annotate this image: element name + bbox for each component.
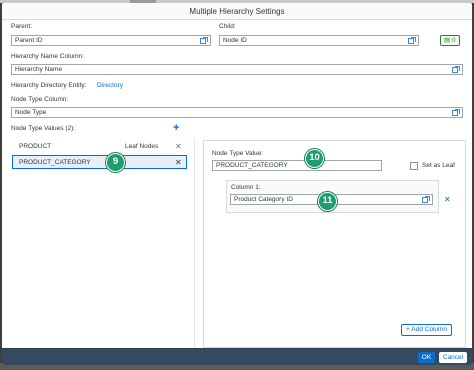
directory-label: Hierarchy Directory Entity:: [11, 82, 87, 89]
set-as-leaf-label: Set as Leaf: [422, 162, 455, 169]
list-item[interactable]: PRODUCT_CATEGORY ✕: [12, 155, 187, 169]
set-as-leaf-checkbox[interactable]: [410, 162, 418, 170]
callout-badge: 10: [305, 149, 324, 168]
node-value-detail-panel: Node Type Value: PRODUCT_CATEGORY Set as…: [203, 140, 466, 348]
node-type-label: Node Type Column:: [11, 96, 69, 103]
node-values-label: Node Type Values (2):: [11, 125, 76, 132]
dialog-title: Multiple Hierarchy Settings: [2, 3, 472, 20]
column-value: Product Category ID: [234, 196, 293, 203]
value-help-icon[interactable]: [422, 196, 430, 203]
callout-badge: 9: [106, 153, 125, 172]
parent-label: Parent:: [11, 23, 32, 30]
ok-button[interactable]: OK: [418, 352, 435, 363]
child-label: Child:: [219, 23, 236, 30]
dialog-footer: OK Cancel: [2, 348, 472, 365]
node-value-name: PRODUCT_CATEGORY: [19, 159, 91, 166]
badge-count: 0: [451, 37, 456, 44]
node-type-value: Node Type: [15, 109, 47, 116]
directory-link[interactable]: Directory: [97, 82, 123, 89]
node-type-value-text: PRODUCT_CATEGORY: [216, 162, 288, 169]
hierarchy-name-value: Hierarchy Name: [15, 66, 62, 73]
child-field[interactable]: Node ID: [219, 35, 419, 46]
child-value: Node ID: [223, 37, 247, 44]
list-item[interactable]: PRODUCT Leaf Nodes ✕: [12, 140, 187, 154]
parent-field[interactable]: Parent ID: [11, 35, 211, 46]
hierarchy-name-field[interactable]: Hierarchy Name: [11, 64, 463, 75]
node-type-field[interactable]: Node Type: [11, 107, 463, 118]
value-help-icon[interactable]: [452, 66, 460, 73]
close-icon[interactable]: ✕: [444, 196, 451, 204]
panel-separator: [194, 138, 195, 349]
status-badge[interactable]: ▤ 0: [440, 35, 460, 46]
node-value-extra: Leaf Nodes: [125, 143, 159, 150]
close-icon[interactable]: ✕: [175, 159, 182, 167]
node-values-list: PRODUCT Leaf Nodes ✕ PRODUCT_CATEGORY ✕: [12, 140, 187, 348]
node-type-value-input[interactable]: PRODUCT_CATEGORY: [212, 160, 382, 171]
value-help-icon[interactable]: [452, 109, 460, 116]
value-help-icon[interactable]: [408, 37, 416, 44]
column-label: Column 1:: [231, 184, 261, 191]
callout-badge: 11: [318, 192, 337, 211]
close-icon[interactable]: ✕: [175, 143, 182, 151]
hierarchy-settings-dialog: Multiple Hierarchy Settings Parent: Pare…: [2, 3, 472, 365]
hierarchy-name-label: Hierarchy Name Column:: [11, 53, 84, 60]
plus-icon: +: [406, 326, 410, 333]
cancel-button[interactable]: Cancel: [439, 352, 467, 363]
parent-value: Parent ID: [15, 37, 43, 44]
add-column-label: Add Column: [411, 326, 448, 333]
node-value-name: PRODUCT: [19, 143, 52, 150]
node-type-value-label: Node Type Value:: [212, 150, 264, 157]
copy-icon: ▤: [444, 37, 451, 44]
add-column-button[interactable]: + Add Column: [401, 324, 453, 336]
value-help-icon[interactable]: [200, 37, 208, 44]
add-node-value-plus-icon[interactable]: +: [173, 123, 179, 134]
